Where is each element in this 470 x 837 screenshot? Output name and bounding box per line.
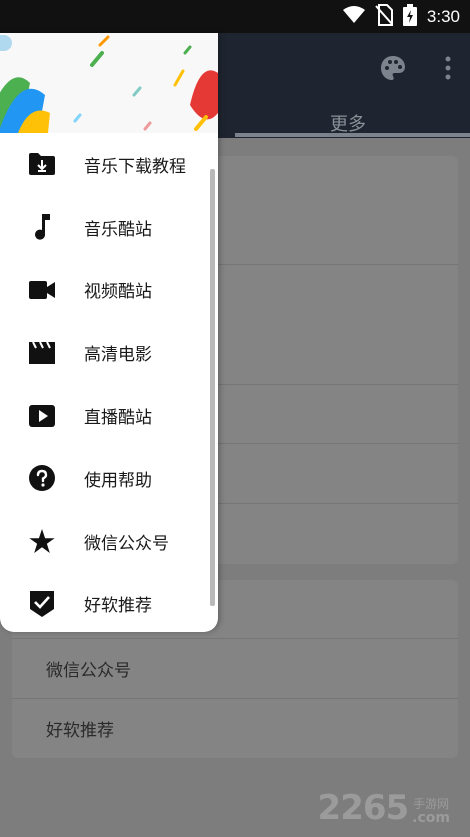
shield-check-icon xyxy=(28,590,56,618)
drawer-item-label: 视频酷站 xyxy=(84,282,152,303)
tab-indicator xyxy=(235,133,470,137)
drawer-scrollbar[interactable] xyxy=(210,169,215,606)
drawer-item-video-sites[interactable]: 视频酷站 xyxy=(0,259,218,322)
drawer-item-recommend[interactable]: 好软推荐 xyxy=(0,573,218,632)
more-vert-icon[interactable] xyxy=(444,56,452,84)
toolbar-actions xyxy=(380,55,452,85)
play-box-icon xyxy=(28,402,56,430)
drawer-item-help[interactable]: 使用帮助 xyxy=(0,447,218,510)
drawer-item-label: 音乐酷站 xyxy=(84,219,152,240)
status-bar: 3:30 xyxy=(0,0,470,33)
star-icon xyxy=(28,527,56,555)
navigation-drawer: 音乐下载教程 音乐酷站 视频酷站 高清电影 直播酷站 使用帮助 微信公众号 好软… xyxy=(0,33,218,632)
watermark: 2265 手游网 .com xyxy=(318,791,450,825)
wifi-icon xyxy=(342,5,365,28)
watermark-com: .com xyxy=(412,810,450,826)
drawer-item-music-tutorial[interactable]: 音乐下载教程 xyxy=(0,133,218,196)
drawer-header-art xyxy=(0,33,218,133)
drawer-item-label: 使用帮助 xyxy=(84,470,152,491)
drawer-item-music-sites[interactable]: 音乐酷站 xyxy=(0,196,218,259)
palette-icon[interactable] xyxy=(380,55,406,85)
list-item[interactable]: 好软推荐 xyxy=(12,698,458,758)
drawer-item-label: 音乐下载教程 xyxy=(84,156,186,177)
help-icon xyxy=(28,464,56,492)
folder-download-icon xyxy=(28,150,56,178)
list-item-label: 好软推荐 xyxy=(46,720,114,741)
list-item-label: 微信公众号 xyxy=(46,660,131,681)
drawer-item-label: 高清电影 xyxy=(84,345,152,366)
status-icons: 3:30 xyxy=(342,0,460,33)
drawer-menu: 音乐下载教程 音乐酷站 视频酷站 高清电影 直播酷站 使用帮助 微信公众号 好软… xyxy=(0,133,218,632)
no-sim-icon xyxy=(375,3,393,30)
videocam-icon xyxy=(28,276,56,304)
watermark-sub: 手游网 .com xyxy=(412,797,450,826)
drawer-item-label: 好软推荐 xyxy=(84,596,152,617)
drawer-item-label: 微信公众号 xyxy=(84,533,169,554)
status-time: 3:30 xyxy=(426,6,460,26)
drawer-item-live-sites[interactable]: 直播酷站 xyxy=(0,384,218,447)
drawer-item-wechat[interactable]: 微信公众号 xyxy=(0,510,218,573)
watermark-digits: 2265 xyxy=(317,788,410,828)
drawer-item-hd-movies[interactable]: 高清电影 xyxy=(0,321,218,384)
drawer-item-label: 直播酷站 xyxy=(84,408,152,429)
music-note-icon xyxy=(28,213,56,241)
list-item[interactable]: 微信公众号 xyxy=(12,638,458,698)
battery-charging-icon xyxy=(402,3,417,30)
movie-clapper-icon xyxy=(28,339,56,367)
